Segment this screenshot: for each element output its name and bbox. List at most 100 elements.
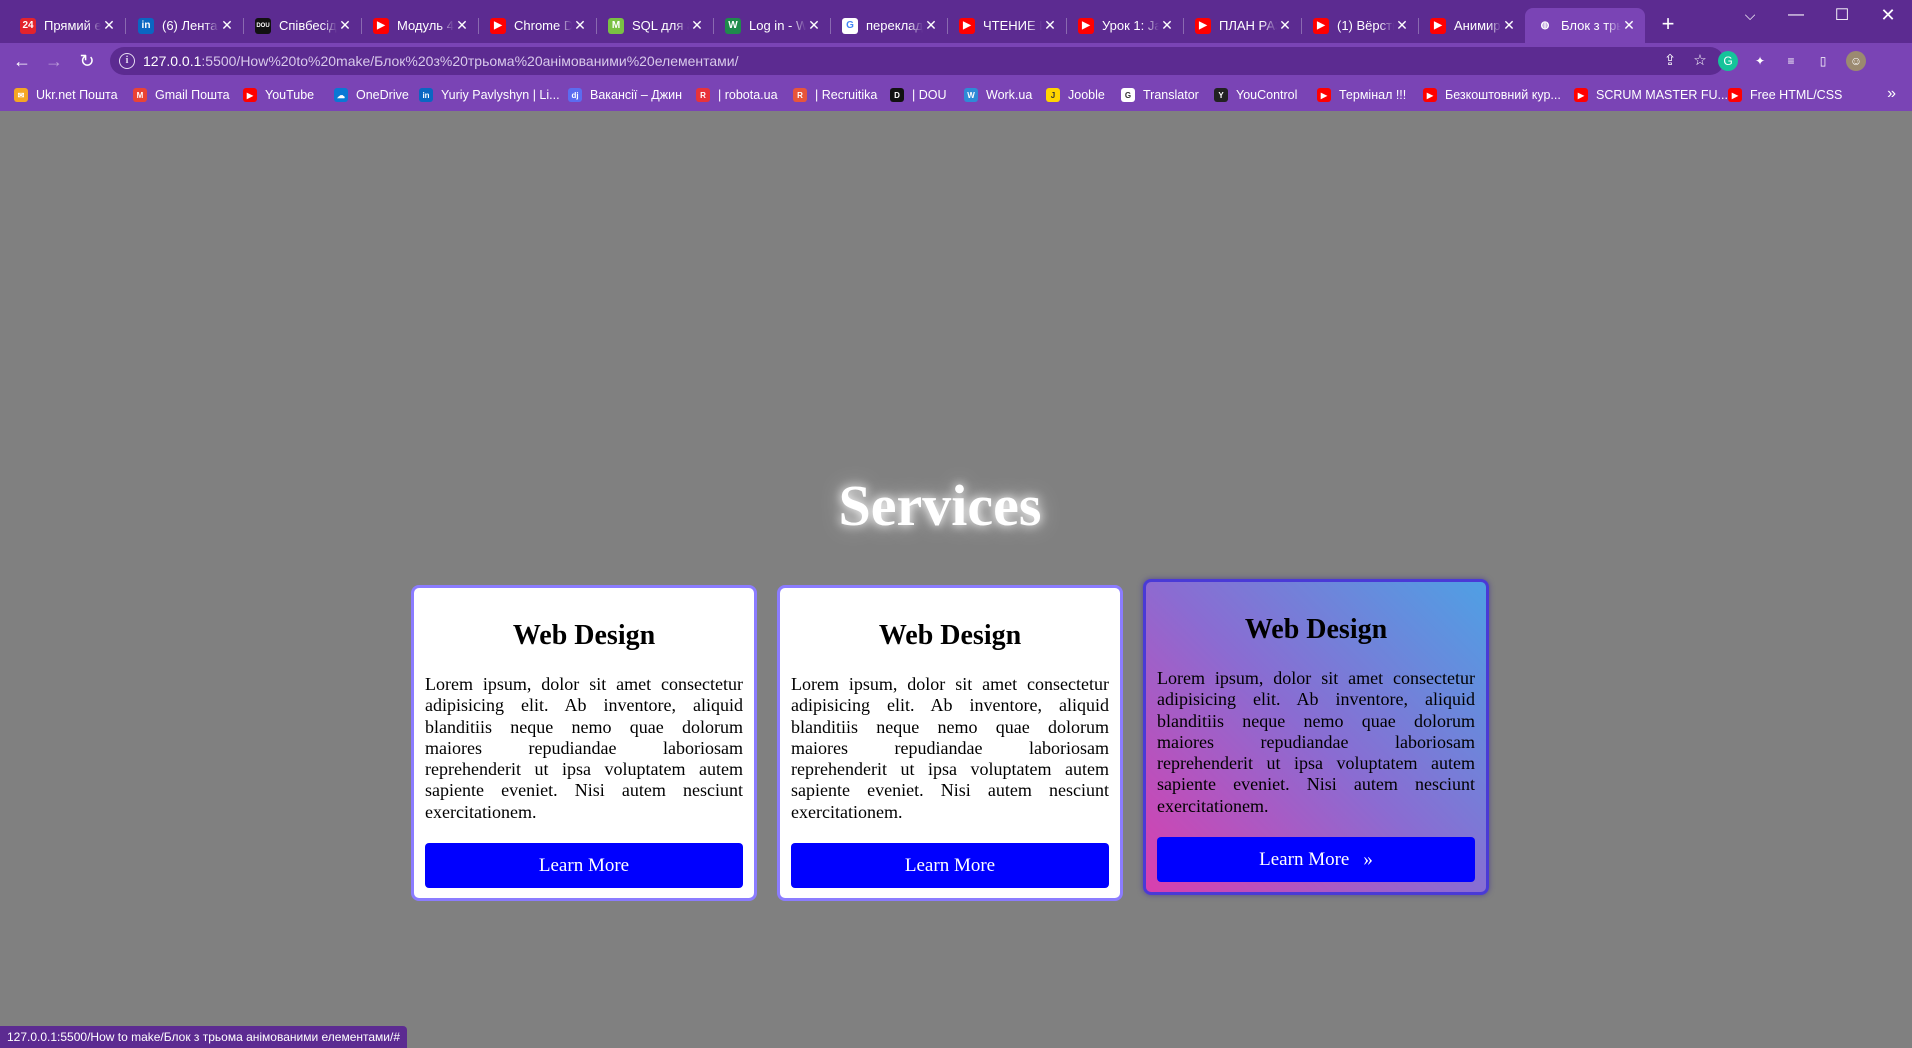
tab-title: Прямий ефір [44,18,101,33]
bookmark-favicon-icon: dj [568,88,582,102]
tab-close-icon[interactable]: ✕ [572,17,588,34]
tab-close-icon[interactable]: ✕ [1159,17,1175,34]
linkedin-icon: in [138,17,154,34]
reload-button[interactable]: ↻ [75,49,99,73]
extensions-puzzle-icon[interactable]: ✦ [1750,51,1770,71]
profile-avatar[interactable]: ☺ [1846,51,1866,71]
url-host: 127.0.0.1 [143,53,202,69]
browser-tab[interactable]: ▶ Модуль 4 ✕ [361,8,479,43]
share-icon[interactable]: ⇪ [1660,51,1680,71]
bookmark-item[interactable]: M Gmail Пошта [133,86,230,104]
browser-tab[interactable]: ▶ ЧТЕНИЕ ИЗ✕ [947,8,1067,43]
minimize-button[interactable]: — [1773,0,1819,30]
site-info-icon[interactable]: i [119,53,135,69]
bookmark-label: Термінал !!! [1339,88,1407,102]
grammarly-icon[interactable]: G [1718,51,1738,71]
new-tab-button[interactable]: + [1654,12,1682,36]
tab-close-icon[interactable]: ✕ [101,17,117,34]
bookmark-item[interactable]: ▶ SCRUM MASTER FU... [1574,86,1728,104]
bookmark-label: Work.ua [986,88,1033,102]
browser-toolbar: ← → ↻ i 127.0.0.1:5500/How%20to%20make/Б… [0,43,1912,79]
service-card[interactable]: Web Design Lorem ipsum, dolor sit amet c… [411,585,757,901]
tab-title: Анимированные [1454,18,1501,33]
bookmark-favicon-icon: ▶ [1317,88,1331,102]
learn-more-label: Learn More [1259,848,1350,870]
page-heading: Services [838,473,1042,538]
bookmark-label: Gmail Пошта [155,88,230,102]
tab-title: Модуль 4 [397,18,454,33]
tab-search-icon[interactable]: ⌵ [1727,0,1773,30]
media-control-icon[interactable]: ≡ [1781,51,1801,71]
browser-tab[interactable]: ▶ ПЛАН РАЗВИТИЯ✕ [1183,8,1302,43]
tab-close-icon[interactable]: ✕ [337,17,353,34]
browser-tab[interactable]: ◍ Блок з трьома✕ [1525,8,1645,43]
close-window-button[interactable]: ✕ [1865,0,1911,30]
tab-title: ЧТЕНИЕ ИЗ [983,18,1042,33]
bookmark-star-icon[interactable]: ☆ [1690,51,1710,71]
bookmark-label: SCRUM MASTER FU... [1596,88,1728,102]
bookmark-item[interactable]: ☁ OneDrive [334,86,409,104]
bookmark-item[interactable]: G Translator [1121,86,1199,104]
bookmark-item[interactable]: R | Recruitika [793,86,877,104]
dou-icon: DOU [255,17,271,34]
bookmark-item[interactable]: J Jooble [1046,86,1105,104]
browser-tab[interactable]: DOU Співбесіда✕ [243,8,362,43]
service-card-hovered[interactable]: Web Design Lorem ipsum, dolor sit amet c… [1143,579,1489,895]
bookmark-item[interactable]: ▶ Безкоштовний кур... [1423,86,1561,104]
browser-tab[interactable]: ▶ Chrome DevTools✕ [478,8,597,43]
learn-more-label: Learn More [904,854,996,876]
tab-close-icon[interactable]: ✕ [1501,17,1517,34]
learn-more-button[interactable]: Learn More [425,843,743,888]
bookmarks-bar: ✉ Ukr.net Пошта M Gmail Пошта ▶ YouTube ☁ OneDr… [0,79,1912,111]
tab-close-icon[interactable]: ✕ [689,17,705,34]
side-panel-icon[interactable]: ▯ [1813,51,1833,71]
bookmark-label: Безкоштовний кур... [1445,88,1561,102]
back-button[interactable]: ← [10,49,34,73]
bookmark-item[interactable]: W Work.ua [964,86,1032,104]
bookmark-favicon-icon: J [1046,88,1060,102]
bookmark-item[interactable]: Y YouControl [1214,86,1297,104]
address-url[interactable]: 127.0.0.1:5500/How%20to%20make/Блок%20з%… [143,53,739,69]
browser-tab[interactable]: ▶ Урок 1: JavaScript✕ [1066,8,1184,43]
tab-close-icon[interactable]: ✕ [454,17,470,34]
tab-title: SQL для аналітиків [632,18,689,33]
tab-close-icon[interactable]: ✕ [1042,17,1058,34]
bookmark-item[interactable]: D | DOU [890,86,947,104]
browser-tab[interactable]: ▶ Анимированные✕ [1418,8,1526,43]
double-chevron-icon: » [1363,848,1373,870]
forward-button[interactable]: → [42,49,66,73]
google-icon: G [842,17,858,34]
learn-more-button[interactable]: Learn More » [1157,837,1475,882]
m-logo-icon: M [608,17,624,34]
tab-title: Log in - W [749,18,806,33]
bookmark-item[interactable]: ▶ Free HTML/CSS [1728,86,1842,104]
browser-tab[interactable]: 24 Прямий ефір✕ [8,8,126,43]
tab-close-icon[interactable]: ✕ [806,17,822,34]
service-card[interactable]: Web Design Lorem ipsum, dolor sit amet c… [777,585,1123,901]
bookmark-label: OneDrive [356,88,409,102]
tab-close-icon[interactable]: ✕ [923,17,939,34]
tab-close-icon[interactable]: ✕ [1621,17,1637,34]
youtube-icon: ▶ [490,17,506,34]
browser-tab[interactable]: Gпереклад ✕ [830,8,948,43]
bookmark-favicon-icon: W [964,88,978,102]
bookmarks-overflow-icon[interactable]: » [1887,85,1896,103]
browser-tab[interactable]: ▶ (1) Вёрстка✕ [1301,8,1419,43]
tab-close-icon[interactable]: ✕ [1277,17,1293,34]
bookmark-item[interactable]: ✉ Ukr.net Пошта [14,86,118,104]
browser-tab[interactable]: M SQL для аналітиків✕ [596,8,714,43]
address-bar[interactable]: i 127.0.0.1:5500/How%20to%20make/Блок%20… [110,47,1724,75]
tab-close-icon[interactable]: ✕ [1394,17,1410,34]
learn-more-button[interactable]: Learn More [791,843,1109,888]
bookmark-item[interactable]: ▶ YouTube [243,86,314,104]
bookmark-label: Ukr.net Пошта [36,88,118,102]
browser-tab[interactable]: in (6) Лента | LinkedIn✕ [126,8,244,43]
globe-icon: ◍ [1537,17,1553,34]
bookmark-item[interactable]: R | robota.ua [696,86,778,104]
tab-close-icon[interactable]: ✕ [219,17,235,34]
maximize-button[interactable]: ☐ [1819,0,1865,30]
browser-tab[interactable]: W Log in - W ✕ [713,8,831,43]
bookmark-item[interactable]: ▶ Термінал !!! [1317,86,1406,104]
bookmark-item[interactable]: dj Вакансії – Джин [568,86,682,104]
bookmark-item[interactable]: in Yuriy Pavlyshyn | Li... [419,86,560,104]
